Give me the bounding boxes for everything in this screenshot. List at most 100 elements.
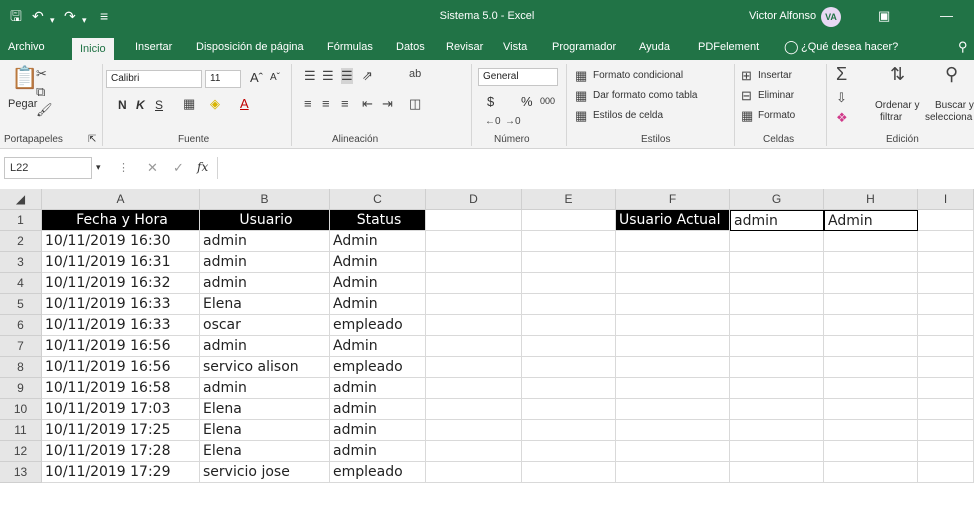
- cell[interactable]: [522, 210, 616, 231]
- row-header[interactable]: 6: [0, 315, 42, 336]
- table-cell[interactable]: Elena: [200, 399, 330, 420]
- font-name-box[interactable]: Calibri: [106, 70, 202, 88]
- tab-ayuda[interactable]: Ayuda: [639, 34, 670, 60]
- cell[interactable]: [426, 441, 522, 462]
- row-header[interactable]: 2: [0, 231, 42, 252]
- align-bottom-icon[interactable]: ☰: [341, 68, 353, 84]
- format-as-table-button[interactable]: Dar formato como tabla: [593, 90, 698, 101]
- table-cell[interactable]: 10/11/2019 16:31: [42, 252, 200, 273]
- table-cell[interactable]: empleado: [330, 315, 426, 336]
- column-header[interactable]: F: [616, 189, 730, 210]
- align-right-icon[interactable]: ≡: [341, 96, 349, 111]
- cell[interactable]: [426, 336, 522, 357]
- table-cell[interactable]: admin: [200, 378, 330, 399]
- wrap-text-icon[interactable]: ab: [409, 68, 421, 80]
- column-header[interactable]: G: [730, 189, 824, 210]
- increase-decimal-icon[interactable]: ←0: [485, 116, 501, 127]
- name-box[interactable]: L22: [4, 157, 92, 179]
- column-header[interactable]: I: [918, 189, 974, 210]
- find-select-icon[interactable]: ⚲: [945, 64, 958, 85]
- dialog-launcher-icon[interactable]: ⇱: [88, 134, 96, 145]
- row-header[interactable]: 13: [0, 462, 42, 483]
- tab-disposicion[interactable]: Disposición de página: [196, 34, 304, 60]
- borders-icon[interactable]: ▦: [183, 96, 195, 112]
- percent-button[interactable]: %: [521, 94, 533, 109]
- cell[interactable]: [824, 357, 918, 378]
- cell[interactable]: [616, 378, 730, 399]
- cell[interactable]: [824, 252, 918, 273]
- cell[interactable]: [616, 462, 730, 483]
- row-header[interactable]: 4: [0, 273, 42, 294]
- cell[interactable]: [522, 399, 616, 420]
- cut-icon[interactable]: ✂: [36, 66, 47, 82]
- column-header[interactable]: C: [330, 189, 426, 210]
- cell[interactable]: [824, 399, 918, 420]
- orientation-icon[interactable]: ⇗: [362, 68, 373, 84]
- cell[interactable]: [522, 420, 616, 441]
- sort-filter-button-line2[interactable]: filtrar: [880, 112, 902, 123]
- row-header[interactable]: 9: [0, 378, 42, 399]
- cell[interactable]: [918, 210, 974, 231]
- align-middle-icon[interactable]: ☰: [322, 68, 334, 84]
- row-header[interactable]: 11: [0, 420, 42, 441]
- share-icon[interactable]: ⚲: [958, 34, 968, 60]
- delete-button[interactable]: Eliminar: [758, 90, 794, 101]
- table-cell[interactable]: admin: [330, 399, 426, 420]
- cell[interactable]: [730, 315, 824, 336]
- cell[interactable]: [426, 210, 522, 231]
- bold-button[interactable]: N: [118, 98, 127, 112]
- tab-formulas[interactable]: Fórmulas: [327, 34, 373, 60]
- formula-input[interactable]: [217, 157, 974, 179]
- cell[interactable]: [824, 378, 918, 399]
- fill-color-icon[interactable]: ◈: [210, 96, 220, 112]
- cell[interactable]: [918, 273, 974, 294]
- table-cell[interactable]: Admin: [330, 252, 426, 273]
- cell[interactable]: [730, 294, 824, 315]
- table-cell[interactable]: admin: [330, 420, 426, 441]
- table-cell[interactable]: 10/11/2019 16:56: [42, 336, 200, 357]
- cell[interactable]: [616, 357, 730, 378]
- grow-font-icon[interactable]: Aˆ: [250, 70, 263, 85]
- minimize-icon[interactable]: —: [940, 8, 953, 23]
- cell[interactable]: [426, 420, 522, 441]
- table-cell[interactable]: 10/11/2019 16:56: [42, 357, 200, 378]
- lightbulb-icon[interactable]: ◯: [784, 34, 799, 60]
- cell[interactable]: [730, 273, 824, 294]
- cell[interactable]: [918, 336, 974, 357]
- table-cell[interactable]: 10/11/2019 17:29: [42, 462, 200, 483]
- cell[interactable]: [616, 336, 730, 357]
- cell[interactable]: [730, 336, 824, 357]
- cell[interactable]: [918, 420, 974, 441]
- table-cell[interactable]: admin: [330, 441, 426, 462]
- cell[interactable]: [824, 462, 918, 483]
- format-table-icon[interactable]: ▦: [575, 88, 587, 104]
- table-cell[interactable]: admin: [200, 252, 330, 273]
- column-header[interactable]: D: [426, 189, 522, 210]
- cell[interactable]: [918, 441, 974, 462]
- table-cell[interactable]: admin: [330, 378, 426, 399]
- sort-filter-button-line1[interactable]: Ordenar y: [875, 100, 919, 111]
- cell[interactable]: [426, 357, 522, 378]
- table-cell[interactable]: Elena: [200, 294, 330, 315]
- align-center-icon[interactable]: ≡: [322, 96, 330, 111]
- fill-icon[interactable]: ⇩: [836, 90, 847, 106]
- cell-styles-button[interactable]: Estilos de celda: [593, 110, 663, 121]
- cell[interactable]: [918, 357, 974, 378]
- cell[interactable]: [730, 357, 824, 378]
- paste-icon[interactable]: 📋: [11, 65, 38, 91]
- cell[interactable]: [616, 420, 730, 441]
- cell[interactable]: [730, 399, 824, 420]
- table-cell[interactable]: servicio jose: [200, 462, 330, 483]
- row-header[interactable]: 8: [0, 357, 42, 378]
- table-cell[interactable]: Admin: [330, 273, 426, 294]
- enter-icon[interactable]: ✓: [173, 160, 184, 176]
- table-header-cell[interactable]: Fecha y Hora: [42, 210, 200, 231]
- avatar[interactable]: VA: [821, 7, 841, 27]
- cell[interactable]: [426, 399, 522, 420]
- cell[interactable]: [426, 315, 522, 336]
- table-cell[interactable]: Elena: [200, 441, 330, 462]
- decrease-decimal-icon[interactable]: →0: [505, 116, 521, 127]
- align-top-icon[interactable]: ☰: [304, 68, 316, 84]
- format-cells-icon[interactable]: ▦: [741, 108, 753, 124]
- cell[interactable]: [730, 252, 824, 273]
